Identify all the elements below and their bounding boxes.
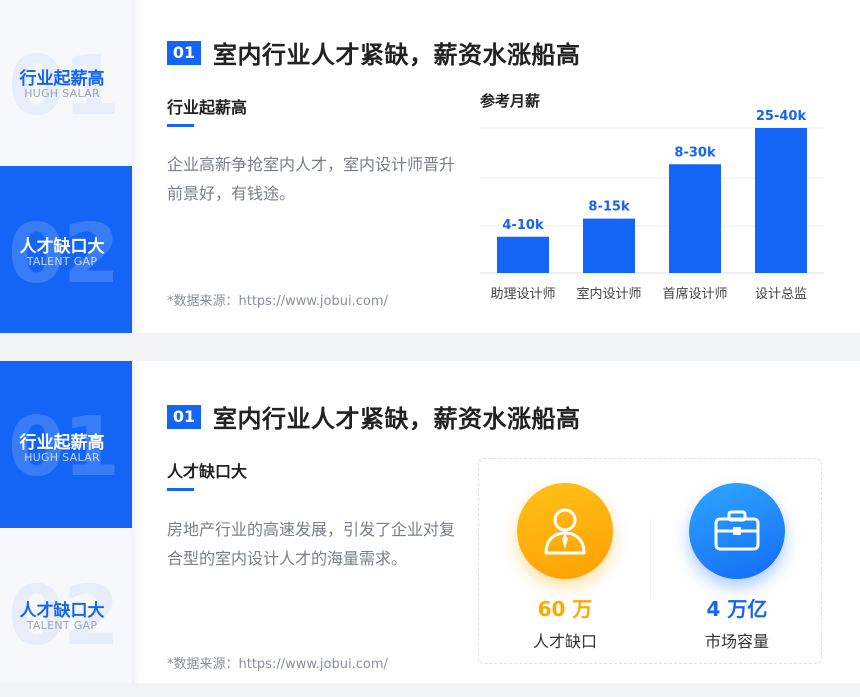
stat-market-size: 4 万亿 市场容量 bbox=[651, 483, 823, 652]
stat-label: 人才缺口 bbox=[532, 632, 597, 651]
stat-value: 4 万亿 bbox=[706, 597, 768, 621]
chart-data-label: 25-40k bbox=[756, 109, 807, 124]
stat-value: 60 万 bbox=[537, 597, 593, 621]
briefcase-icon bbox=[689, 483, 785, 579]
sidebar-item-sublabel: TALENT GAP bbox=[26, 255, 98, 268]
section-subtitle: 人才缺口大 bbox=[167, 462, 248, 481]
sidebar-item-salary[interactable]: 01 行业起薪高 HUGH SALAR bbox=[0, 0, 132, 167]
sidebar-item-talent-gap[interactable]: 02 人才缺口大 TALENT GAP bbox=[0, 166, 132, 333]
sidebar-item-sublabel: HUGH SALAR bbox=[24, 451, 100, 464]
data-source-note: *数据来源：https://www.jobui.com/ bbox=[167, 294, 388, 309]
page-title: 室内行业人才紧缺，薪资水涨船高 bbox=[213, 41, 581, 69]
chart-bar bbox=[755, 128, 807, 273]
salary-chart: 参考月薪 4-10k 助理设计师 8-15k 室内设计师 8-30k 首席设计师 25-40k… bbox=[480, 92, 824, 302]
section-header: 01 室内行业人才紧缺，薪资水涨船高 bbox=[167, 35, 581, 70]
data-source-note: *数据来源：https://www.jobui.com/ bbox=[167, 657, 388, 672]
accent-bar bbox=[167, 124, 194, 127]
section-description: 企业高新争抢室内人才，室内设计师晋升前景好，有钱途。 bbox=[167, 155, 456, 203]
stat-talent-gap: 60 万 人才缺口 bbox=[479, 483, 651, 652]
chart-category-label: 助理设计师 bbox=[490, 287, 555, 302]
section-number-badge: 01 bbox=[167, 404, 201, 429]
chart-bar bbox=[497, 236, 549, 273]
sidebar: 01 行业起薪高 HUGH SALAR 02 人才缺口大 TALENT GAP bbox=[0, 361, 132, 683]
sidebar-item-talent-gap[interactable]: 02 人才缺口大 TALENT GAP bbox=[0, 530, 132, 697]
section-subtitle: 行业起薪高 bbox=[167, 98, 248, 117]
chart-data-label: 8-30k bbox=[674, 145, 716, 160]
sidebar: 01 行业起薪高 HUGH SALAR 02 人才缺口大 TALENT GAP bbox=[0, 0, 132, 333]
sidebar-item-label: 行业起薪高 bbox=[19, 69, 105, 89]
page-title: 室内行业人才紧缺，薪资水涨船高 bbox=[213, 405, 581, 433]
divider bbox=[132, 361, 140, 683]
person-icon bbox=[517, 483, 613, 579]
stat-label: 市场容量 bbox=[704, 632, 769, 651]
sidebar-item-salary[interactable]: 01 行业起薪高 HUGH SALAR bbox=[0, 361, 132, 528]
sidebar-item-label: 人才缺口大 bbox=[19, 601, 105, 621]
chart-title: 参考月薪 bbox=[480, 92, 540, 110]
sidebar-item-label: 行业起薪高 bbox=[19, 433, 105, 453]
section-description: 房地产行业的高速发展，引发了企业对复合型的室内设计人才的海量需求。 bbox=[167, 520, 456, 568]
section-salary-panel: 01 行业起薪高 HUGH SALAR 02 人才缺口大 TALENT GAP … bbox=[0, 0, 860, 333]
chart-data-label: 8-15k bbox=[588, 200, 630, 215]
section-number-badge: 01 bbox=[167, 40, 201, 65]
section-header: 01 室内行业人才紧缺，薪资水涨船高 bbox=[167, 399, 581, 434]
chart-category-label: 设计总监 bbox=[755, 287, 807, 302]
sidebar-item-sublabel: TALENT GAP bbox=[26, 619, 98, 632]
chart-category-label: 室内设计师 bbox=[576, 286, 641, 302]
sidebar-item-label: 人才缺口大 bbox=[19, 237, 105, 257]
stats-card: 60 万 人才缺口 4 万亿 市场容量 bbox=[478, 458, 822, 664]
sidebar-item-sublabel: HUGH SALAR bbox=[24, 87, 100, 100]
chart-bar bbox=[583, 218, 635, 273]
chart-data-label: 4-10k bbox=[502, 218, 544, 233]
accent-bar bbox=[167, 488, 194, 491]
chart-category-label: 首席设计师 bbox=[662, 286, 727, 302]
chart-bar bbox=[669, 164, 721, 273]
divider bbox=[132, 0, 140, 333]
